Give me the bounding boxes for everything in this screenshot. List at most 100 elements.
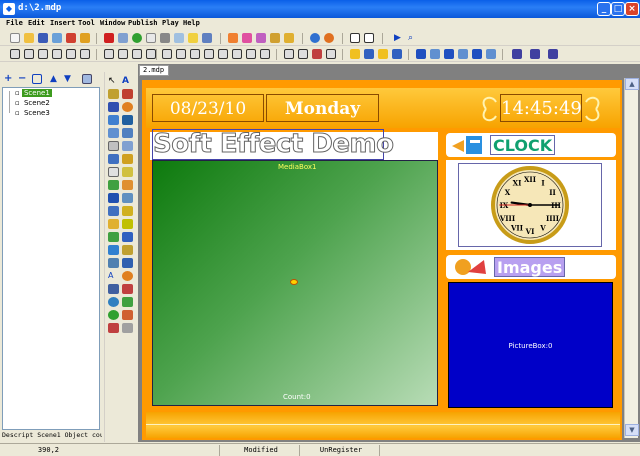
menu-publish[interactable]: Publish [128, 19, 158, 27]
film-tool-icon[interactable] [122, 154, 133, 164]
layout-1-icon[interactable] [416, 49, 426, 59]
cut-icon[interactable] [160, 33, 170, 43]
space-horizontal-icon[interactable] [146, 49, 156, 59]
align-center-icon[interactable] [24, 49, 34, 59]
text-tool-icon[interactable]: A [122, 76, 133, 86]
move-left-icon[interactable] [284, 49, 294, 59]
layers-icon[interactable] [202, 33, 212, 43]
copy-icon[interactable] [146, 33, 156, 43]
pointer-tool-icon[interactable]: ↖ [108, 76, 119, 86]
clock-label[interactable]: CLOCK [490, 135, 556, 155]
same-height-icon[interactable] [118, 49, 128, 59]
order-1-icon[interactable] [350, 49, 360, 59]
layout-4-icon[interactable] [458, 49, 468, 59]
keyboard-tool-icon[interactable] [108, 284, 119, 294]
grid-icon[interactable] [118, 33, 128, 43]
flash-tool-icon[interactable] [108, 115, 119, 125]
tree-item-scene1[interactable]: ▫ Scene1 [15, 89, 52, 97]
text-box-tool-icon[interactable] [108, 323, 119, 333]
open-folder-icon[interactable] [24, 33, 34, 43]
flag2-tool-icon[interactable] [122, 284, 133, 294]
paste-icon[interactable] [174, 33, 184, 43]
flag-tool-icon[interactable] [108, 245, 119, 255]
pen-tool-icon[interactable] [122, 245, 133, 255]
tree-item-scene2[interactable]: ▫ Scene2 [15, 99, 52, 107]
vertical-scrollbar[interactable]: ▲ ▼ [624, 78, 639, 438]
send-back-icon[interactable] [246, 49, 256, 59]
move-down-scene-icon[interactable]: ▼ [64, 74, 74, 84]
video-tool-icon[interactable] [108, 102, 119, 112]
layout-6-icon[interactable] [486, 49, 496, 59]
button-tool-icon[interactable] [108, 141, 119, 151]
marquee-tool-icon[interactable] [122, 167, 133, 177]
document-tool-icon[interactable] [108, 206, 119, 216]
order-4-icon[interactable] [392, 49, 402, 59]
weather-tool-icon[interactable] [108, 180, 119, 190]
date-display[interactable]: 08/23/10 [152, 94, 264, 122]
space-vertical-icon[interactable] [218, 49, 228, 59]
remove-scene-icon[interactable]: − [18, 74, 28, 84]
time-display[interactable]: 14:45:49 [500, 94, 582, 122]
save-all-icon[interactable] [52, 33, 62, 43]
document-tab[interactable]: 2.mdp [139, 65, 169, 76]
align-right-icon[interactable] [38, 49, 48, 59]
light-tool-icon[interactable] [108, 219, 119, 229]
menu-insert[interactable]: Insert [50, 19, 75, 27]
order-2-icon[interactable] [364, 49, 374, 59]
same-width-icon[interactable] [104, 49, 114, 59]
layout-3-icon[interactable] [444, 49, 454, 59]
close-button[interactable]: × [625, 2, 639, 16]
screen-1-icon[interactable] [512, 49, 522, 59]
web-tool-icon[interactable] [122, 115, 133, 125]
minimize-button[interactable]: _ [597, 2, 611, 16]
layout-5-icon[interactable] [472, 49, 482, 59]
clock-tool-icon[interactable] [122, 102, 133, 112]
phone-tool-icon[interactable] [108, 232, 119, 242]
scroll-up-icon[interactable]: ▲ [625, 78, 639, 90]
screen-2-icon[interactable] [530, 49, 540, 59]
image-tool-icon[interactable] [108, 89, 119, 99]
add-scene-icon[interactable]: + [4, 74, 14, 84]
menu-play[interactable]: Play [162, 19, 179, 27]
stamp-tool-icon[interactable] [122, 206, 133, 216]
shape-tool-icon[interactable] [122, 89, 133, 99]
bell-icon[interactable] [242, 33, 252, 43]
timer-tool-icon[interactable] [122, 271, 133, 281]
book-icon[interactable] [66, 33, 76, 43]
effects-icon[interactable] [188, 33, 198, 43]
text2-tool-icon[interactable]: A [108, 271, 119, 281]
clock-box[interactable]: XIIIIIIIIIIIIVVIVIIVIIIIXXXI [458, 163, 602, 247]
same-size-icon[interactable] [132, 49, 142, 59]
order-3-icon[interactable] [378, 49, 388, 59]
settings-tool-icon[interactable] [122, 323, 133, 333]
menu-help[interactable]: Help [183, 19, 200, 27]
refresh-icon[interactable] [132, 33, 142, 43]
grid-tool-icon[interactable] [108, 193, 119, 203]
calendar-tool-icon[interactable] [122, 232, 133, 242]
key-icon[interactable] [270, 33, 280, 43]
center-h-icon[interactable] [162, 49, 172, 59]
date-tool-icon[interactable] [122, 141, 133, 151]
media-box[interactable]: MediaBox1 Count:0 [152, 160, 438, 406]
move-up-scene-icon[interactable]: ▲ [50, 74, 60, 84]
globe-icon[interactable] [310, 33, 320, 43]
rss-tool-icon[interactable] [108, 297, 119, 307]
music-tool-icon[interactable] [108, 154, 119, 164]
move-right-icon[interactable] [298, 49, 308, 59]
delete-icon[interactable] [104, 33, 114, 43]
day-display[interactable]: Monday [266, 94, 379, 122]
battery-tool-icon[interactable] [122, 219, 133, 229]
ball-tool-icon[interactable] [108, 310, 119, 320]
align-middle-icon[interactable] [66, 49, 76, 59]
bring-front-icon[interactable] [232, 49, 242, 59]
center-v-icon[interactable] [176, 49, 186, 59]
tag-tool-icon[interactable] [122, 310, 133, 320]
search-icon[interactable]: ⌕ [408, 33, 418, 43]
record-icon[interactable] [324, 33, 334, 43]
picture-tool-icon[interactable] [122, 180, 133, 190]
menu-tool[interactable]: Tool [78, 19, 95, 27]
save-icon[interactable] [38, 33, 48, 43]
chart-tool-icon[interactable] [122, 193, 133, 203]
copy-scene-icon[interactable] [82, 74, 92, 84]
label-tool-icon[interactable] [108, 258, 119, 268]
